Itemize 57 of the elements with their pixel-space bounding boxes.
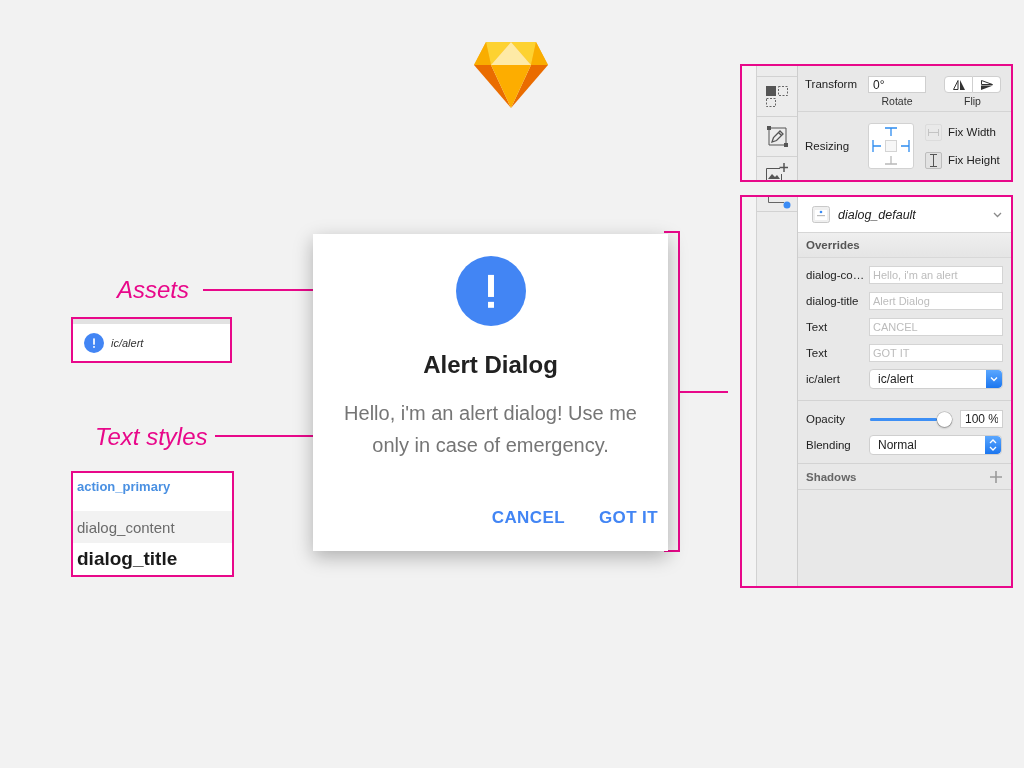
symbol-thumbnail-icon bbox=[812, 206, 830, 223]
dialog-message: Hello, i'm an alert dialog! Use me only in case of emergency. bbox=[343, 401, 638, 458]
field-caption: Rotate bbox=[881, 95, 913, 108]
rotate-field[interactable]: 0° bbox=[868, 76, 926, 93]
resize-pin[interactable] bbox=[884, 155, 898, 165]
resize-pin[interactable] bbox=[872, 139, 882, 153]
callout-label: Text styles bbox=[95, 423, 208, 451]
text-style-item[interactable]: dialog_content bbox=[73, 511, 232, 543]
resizing-control[interactable] bbox=[868, 123, 914, 169]
dialog-title: Alert Dialog bbox=[423, 350, 558, 380]
field-label: Resizing bbox=[805, 138, 851, 154]
dropdown-arrow-icon bbox=[986, 370, 1002, 388]
option-label: Fix Width bbox=[948, 126, 996, 138]
exclamation-circle-icon bbox=[84, 332, 104, 353]
slider-thumb[interactable] bbox=[937, 411, 952, 427]
height-bar-icon bbox=[930, 153, 937, 167]
plus-icon[interactable] bbox=[990, 470, 1002, 483]
field-label: Blending bbox=[806, 437, 852, 453]
chevron-down-icon bbox=[993, 211, 1002, 218]
squares-icon[interactable] bbox=[766, 86, 788, 107]
stepper-arrows-icon bbox=[985, 436, 1001, 454]
action-button[interactable]: GOT IT bbox=[590, 504, 666, 532]
flip-horizontal-icon bbox=[952, 79, 965, 90]
field-label: Text bbox=[806, 319, 829, 335]
override-field[interactable]: CANCEL bbox=[869, 318, 1003, 336]
symbol-dropdown[interactable]: dialog_default bbox=[798, 197, 1011, 233]
field-label: Text bbox=[806, 345, 829, 361]
field-label: ic/alert bbox=[806, 371, 841, 387]
override-field[interactable]: Hello, i'm an alert bbox=[869, 266, 1003, 284]
section-header: Shadows bbox=[806, 470, 857, 483]
image-plus-icon[interactable] bbox=[766, 163, 788, 180]
pencil-frame-icon[interactable] bbox=[766, 126, 788, 147]
frame-dot-icon[interactable] bbox=[767, 197, 791, 209]
opacity-field[interactable]: 100 % bbox=[960, 410, 1003, 428]
square-icon bbox=[885, 140, 897, 152]
field-label: Opacity bbox=[806, 411, 846, 427]
action-button[interactable]: CANCEL bbox=[483, 504, 573, 532]
flip-vertical-icon bbox=[980, 79, 993, 90]
override-field[interactable]: GOT IT bbox=[869, 344, 1003, 362]
option-label: Fix Height bbox=[948, 154, 1000, 166]
override-select[interactable]: ic/alert bbox=[869, 369, 1003, 389]
field-label: dialog-co… bbox=[806, 267, 866, 283]
override-field[interactable]: Alert Dialog bbox=[869, 292, 1003, 310]
resize-pin[interactable] bbox=[884, 127, 898, 137]
flip-horizontal-button[interactable] bbox=[944, 76, 973, 93]
section-header: Overrides bbox=[798, 233, 1011, 258]
exclamation-circle-icon bbox=[455, 256, 526, 326]
blending-select[interactable]: Normal bbox=[869, 435, 1002, 455]
flip-vertical-button[interactable] bbox=[973, 76, 1001, 93]
toggle-button[interactable] bbox=[925, 151, 942, 169]
field-caption: Flip bbox=[964, 95, 981, 108]
callout-label: Assets bbox=[117, 276, 190, 304]
resize-pin[interactable] bbox=[900, 139, 910, 153]
asset-list-item[interactable]: ic/alert bbox=[73, 319, 230, 361]
width-bar-icon bbox=[928, 128, 939, 136]
field-label: Transform bbox=[805, 77, 858, 92]
field-label: dialog-title bbox=[806, 293, 860, 309]
